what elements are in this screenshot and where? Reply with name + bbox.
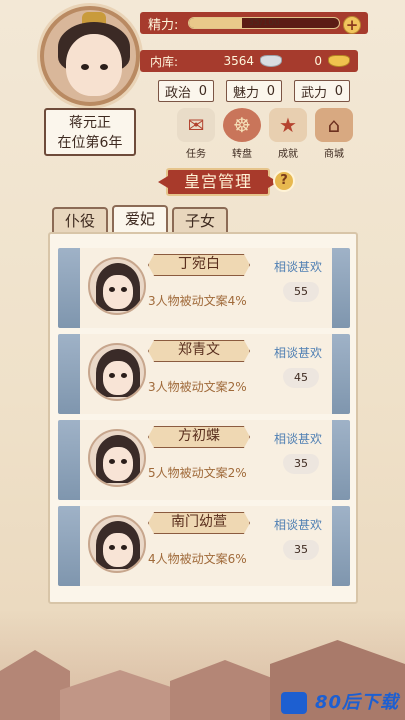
gold-amount: 0 [314,54,322,68]
consort-status: 相谈甚欢 [274,518,323,532]
stat-politics: 政治 0 [158,80,214,102]
energy-row: 精力: 35/100 [140,12,368,34]
consort-portrait [88,343,146,401]
shop-button[interactable]: ⌂ 商城 [310,108,358,160]
tab-consorts[interactable]: 爱妃 [112,205,168,233]
stat-label: 政治 [165,85,192,101]
stat-value: 0 [266,83,275,99]
consort-score: 45 [283,368,319,388]
treasury-row: 内库: 3564 0 [140,50,358,72]
section-title: 皇宫管理 [166,168,270,196]
consort-desc: 3人物被动文案2% [148,380,247,394]
energy-label: 精力: [148,17,179,33]
tab-servants[interactable]: 仆役 [52,207,108,233]
consort-desc: 5人物被动文案2% [148,466,247,480]
consort-portrait [88,257,146,315]
stat-label: 魅力 [233,85,260,101]
stat-charm: 魅力 0 [226,80,282,102]
shop-label: 商城 [324,149,344,160]
watermark-text: 80后下载 [314,692,399,713]
scroll-icon: ✉ [177,108,215,142]
tasks-button[interactable]: ✉ 任务 [172,108,220,160]
stat-value: 0 [334,83,343,99]
energy-text: 35/100 [248,18,280,28]
consort-card[interactable]: 郑青文 3人物被动文案2% 相谈甚欢 45 [58,334,350,414]
energy-bar: 35/100 [188,17,340,29]
silver-ingot-icon [260,55,282,67]
stat-force: 武力 0 [294,80,350,102]
wheel-label: 转盘 [232,149,252,160]
add-energy-button[interactable]: + [343,16,361,34]
consort-name: 丁宛白 [148,254,250,276]
consort-portrait [88,429,146,487]
consort-status: 相谈甚欢 [274,260,323,274]
consort-desc: 3人物被动文案4% [148,294,247,308]
treasury-label: 内库: [150,54,179,69]
achievements-button[interactable]: ★ 成就 [264,108,312,160]
consort-card[interactable]: 南门幼萱 4人物被动文案6% 相谈甚欢 35 [58,506,350,586]
consort-card[interactable]: 方初蝶 5人物被动文案2% 相谈甚欢 35 [58,420,350,500]
silver-amount: 3564 [223,54,254,68]
player-name: 蒋元正 [69,115,111,131]
gold-ingot-icon [328,55,350,67]
player-name-plate: 蒋元正 在位第6年 [44,108,136,156]
tasks-label: 任务 [186,149,206,160]
shop-icon: ⌂ [315,108,353,142]
reign-years: 在位第6年 [57,135,123,151]
consort-name: 南门幼萱 [148,512,250,534]
achievements-label: 成就 [278,149,298,160]
trophy-icon: ★ [269,108,307,142]
consort-desc: 4人物被动文案6% [148,552,247,566]
consort-status: 相谈甚欢 [274,432,323,446]
consort-score: 35 [283,454,319,474]
consort-card[interactable]: 丁宛白 3人物被动文案4% 相谈甚欢 55 [58,248,350,328]
watermark-icon [281,692,307,714]
consort-name: 郑青文 [148,340,250,362]
consort-name: 方初蝶 [148,426,250,448]
consort-score: 55 [283,282,319,302]
wheel-icon: ☸ [223,108,261,142]
tab-children[interactable]: 子女 [172,207,228,233]
player-avatar[interactable] [40,6,140,106]
help-icon[interactable]: ? [273,170,295,192]
consort-portrait [88,515,146,573]
stat-value: 0 [198,83,207,99]
consort-score: 35 [283,540,319,560]
wheel-button[interactable]: ☸ 转盘 [218,108,266,160]
stat-label: 武力 [301,85,328,101]
consort-status: 相谈甚欢 [274,346,323,360]
